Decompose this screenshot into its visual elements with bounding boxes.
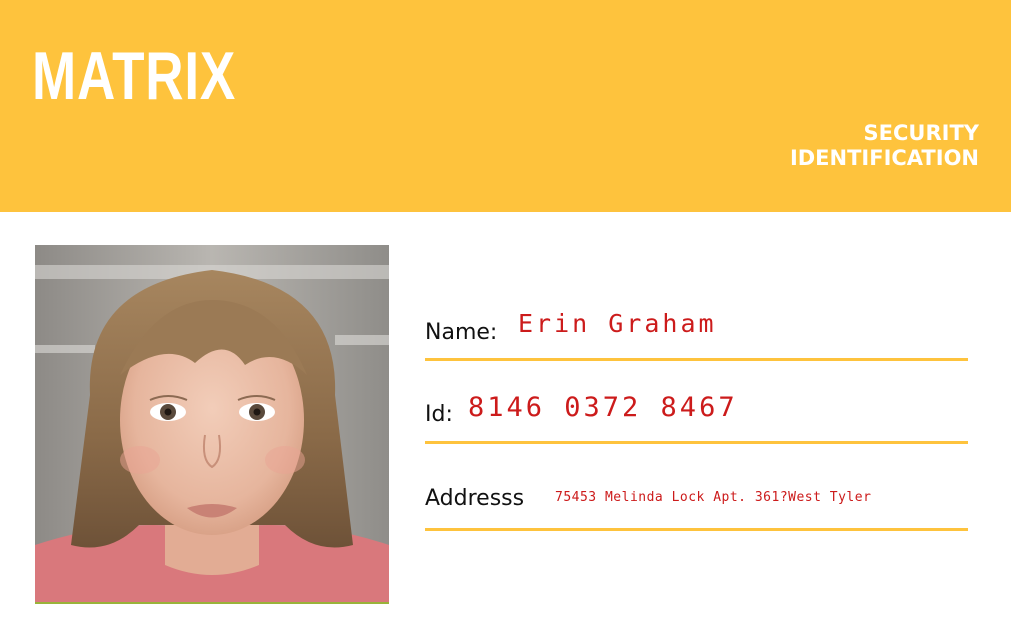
- portrait-photo: [35, 245, 389, 604]
- card-header: MATRIX SECURITY IDENTIFICATION: [0, 0, 1011, 212]
- subtitle-line-1: SECURITY: [863, 121, 979, 145]
- address-label: Addresss: [425, 486, 525, 511]
- name-label: Name:: [425, 320, 498, 345]
- subtitle-line-2: IDENTIFICATION: [789, 146, 979, 170]
- id-value: 8146 0372 8467: [468, 392, 738, 423]
- address-value: 75453 Melinda Lock Apt. 361?West Tyler: [555, 490, 872, 505]
- name-value: Erin Graham: [518, 309, 717, 338]
- id-label: Id:: [425, 402, 453, 427]
- id-field: Id: 8146 0372 8467: [425, 384, 968, 444]
- name-field: Name: Erin Graham: [425, 300, 968, 361]
- card-subtitle: SECURITY IDENTIFICATION: [790, 121, 979, 171]
- address-field: Addresss 75453 Melinda Lock Apt. 361?Wes…: [425, 470, 968, 531]
- portrait-illustration: [35, 245, 389, 602]
- brand-logo-text: MATRIX: [32, 38, 237, 114]
